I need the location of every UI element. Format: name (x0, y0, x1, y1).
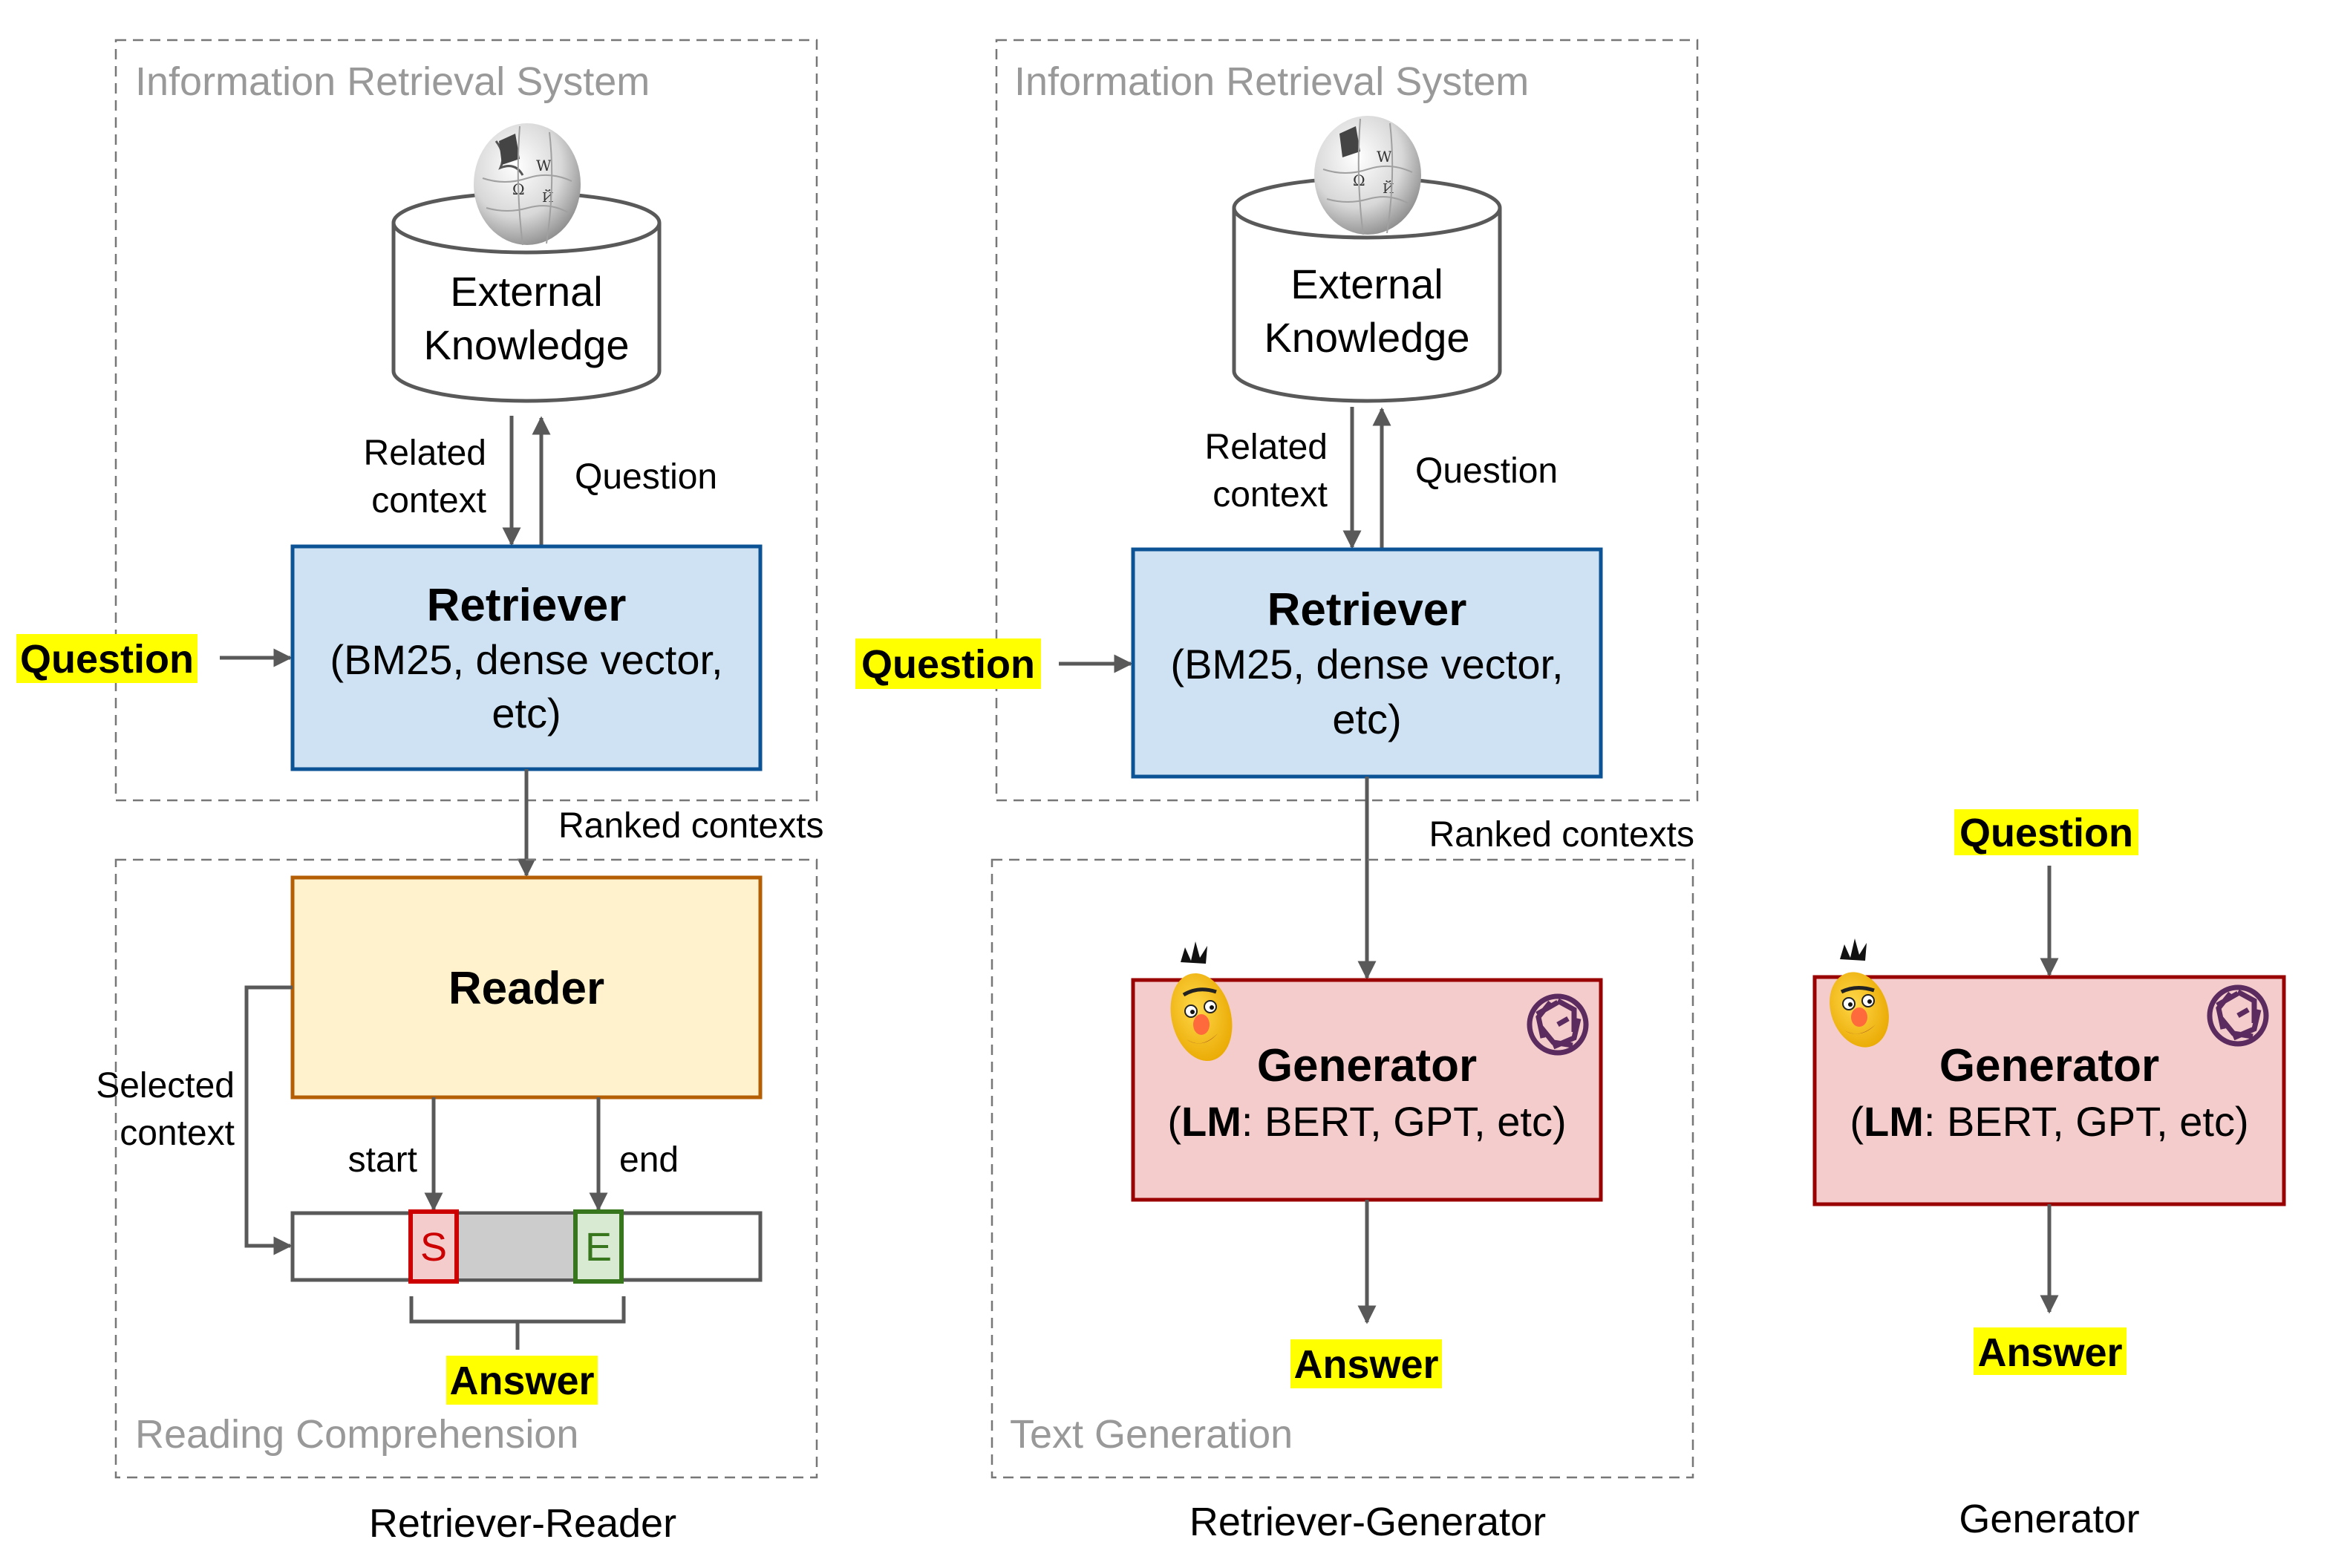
retriever-subtitle-2: etc) (492, 690, 561, 736)
label-question-up-2: Question (1415, 451, 1558, 491)
retriever-title-2: Retriever (1267, 584, 1467, 636)
panel-caption-generator: Generator (1959, 1497, 2139, 1541)
retriever-subtitle-1: (BM25, dense vector, (330, 636, 722, 683)
external-knowledge-store: Ω W Й External Knowledge (391, 123, 662, 403)
panel-caption-retriever-reader: Retriever-Reader (369, 1501, 676, 1546)
svg-text:E: E (585, 1225, 612, 1270)
end-token: E (573, 1209, 624, 1284)
group-title-text-generation: Text Generation (1010, 1412, 1293, 1457)
question-input-label-3: Question (1959, 811, 2133, 855)
label-selected: Selected (96, 1066, 235, 1105)
label-end: end (619, 1140, 679, 1180)
external-knowledge-line2-2: Knowledge (1264, 314, 1469, 361)
rag-architecture-diagram: Information Retrieval System Ω W Й Exter… (16, 39, 2286, 1546)
retriever-box-2: Retriever (BM25, dense vector, etc) (1131, 547, 1603, 779)
panel-caption-retriever-generator: Retriever-Generator (1189, 1500, 1546, 1544)
openai-logo-icon (1527, 993, 1589, 1056)
generator-title-2: Generator (1257, 1040, 1477, 1091)
label-ranked-contexts: Ranked contexts (558, 806, 824, 846)
label-context-2: context (1213, 475, 1328, 514)
svg-text:W: W (1377, 148, 1392, 166)
arrow-selected-context (244, 985, 293, 1255)
retriever-box: Retriever (BM25, dense vector, etc) (290, 544, 763, 771)
wikipedia-globe-icon: Ω W Й (1314, 116, 1421, 235)
openai-logo-icon (2207, 984, 2269, 1047)
generator-subtitle-2: (LM: BERT, GPT, etc) (1167, 1098, 1566, 1145)
generator-subtitle-3: (LM: BERT, GPT, etc) (1850, 1098, 2248, 1145)
answer-bracket (409, 1296, 626, 1324)
group-title-ir-2: Information Retrieval System (1014, 59, 1529, 104)
external-knowledge-line1: External (450, 268, 602, 315)
start-token: S (408, 1209, 459, 1284)
context-span-bar: S E (290, 1209, 763, 1284)
generator-box-3: Generator (LM: BERT, GPT, etc) (1812, 938, 2286, 1206)
svg-text:S: S (420, 1225, 447, 1270)
answer-output-label-2: Answer (1293, 1342, 1438, 1387)
panel-retriever-reader: Information Retrieval System Ω W Й Exter… (16, 39, 824, 1546)
external-knowledge-line1-2: External (1290, 261, 1443, 307)
answer-output-label-3: Answer (1977, 1330, 2122, 1375)
group-title-ir: Information Retrieval System (135, 59, 650, 104)
label-selected-context: context (120, 1114, 235, 1153)
external-knowledge-store-2: Ω W Й External Knowledge (1232, 116, 1502, 403)
question-input-label-2: Question (861, 642, 1035, 687)
answer-span-fill (457, 1215, 575, 1278)
retriever-subtitle-1-2: (BM25, dense vector, (1170, 641, 1563, 687)
label-context: context (371, 481, 486, 520)
label-ranked-contexts-2: Ranked contexts (1429, 815, 1694, 855)
group-title-reading-comprehension: Reading Comprehension (135, 1412, 578, 1457)
label-related-2: Related (1205, 428, 1328, 467)
wikipedia-globe-icon: Ω W Й (474, 123, 581, 246)
reader-box: Reader (290, 875, 763, 1100)
label-question-up: Question (575, 457, 717, 497)
question-input-label: Question (20, 637, 194, 682)
generator-box-2: Generator (LM: BERT, GPT, etc) (1131, 941, 1603, 1202)
external-knowledge-line2: Knowledge (423, 321, 629, 368)
label-start: start (348, 1140, 417, 1180)
panel-retriever-generator: Information Retrieval System Ω W Й Exter… (855, 39, 1699, 1544)
reader-title: Reader (448, 963, 604, 1014)
label-related: Related (364, 434, 486, 473)
panel-generator: Question Generator (LM: BERT, GPT, etc) … (1812, 809, 2286, 1541)
retriever-title: Retriever (427, 580, 627, 631)
svg-text:W: W (536, 157, 552, 174)
generator-title-3: Generator (1939, 1040, 2159, 1091)
retriever-subtitle-2-2: etc) (1332, 696, 1401, 742)
answer-output-label: Answer (449, 1359, 594, 1403)
